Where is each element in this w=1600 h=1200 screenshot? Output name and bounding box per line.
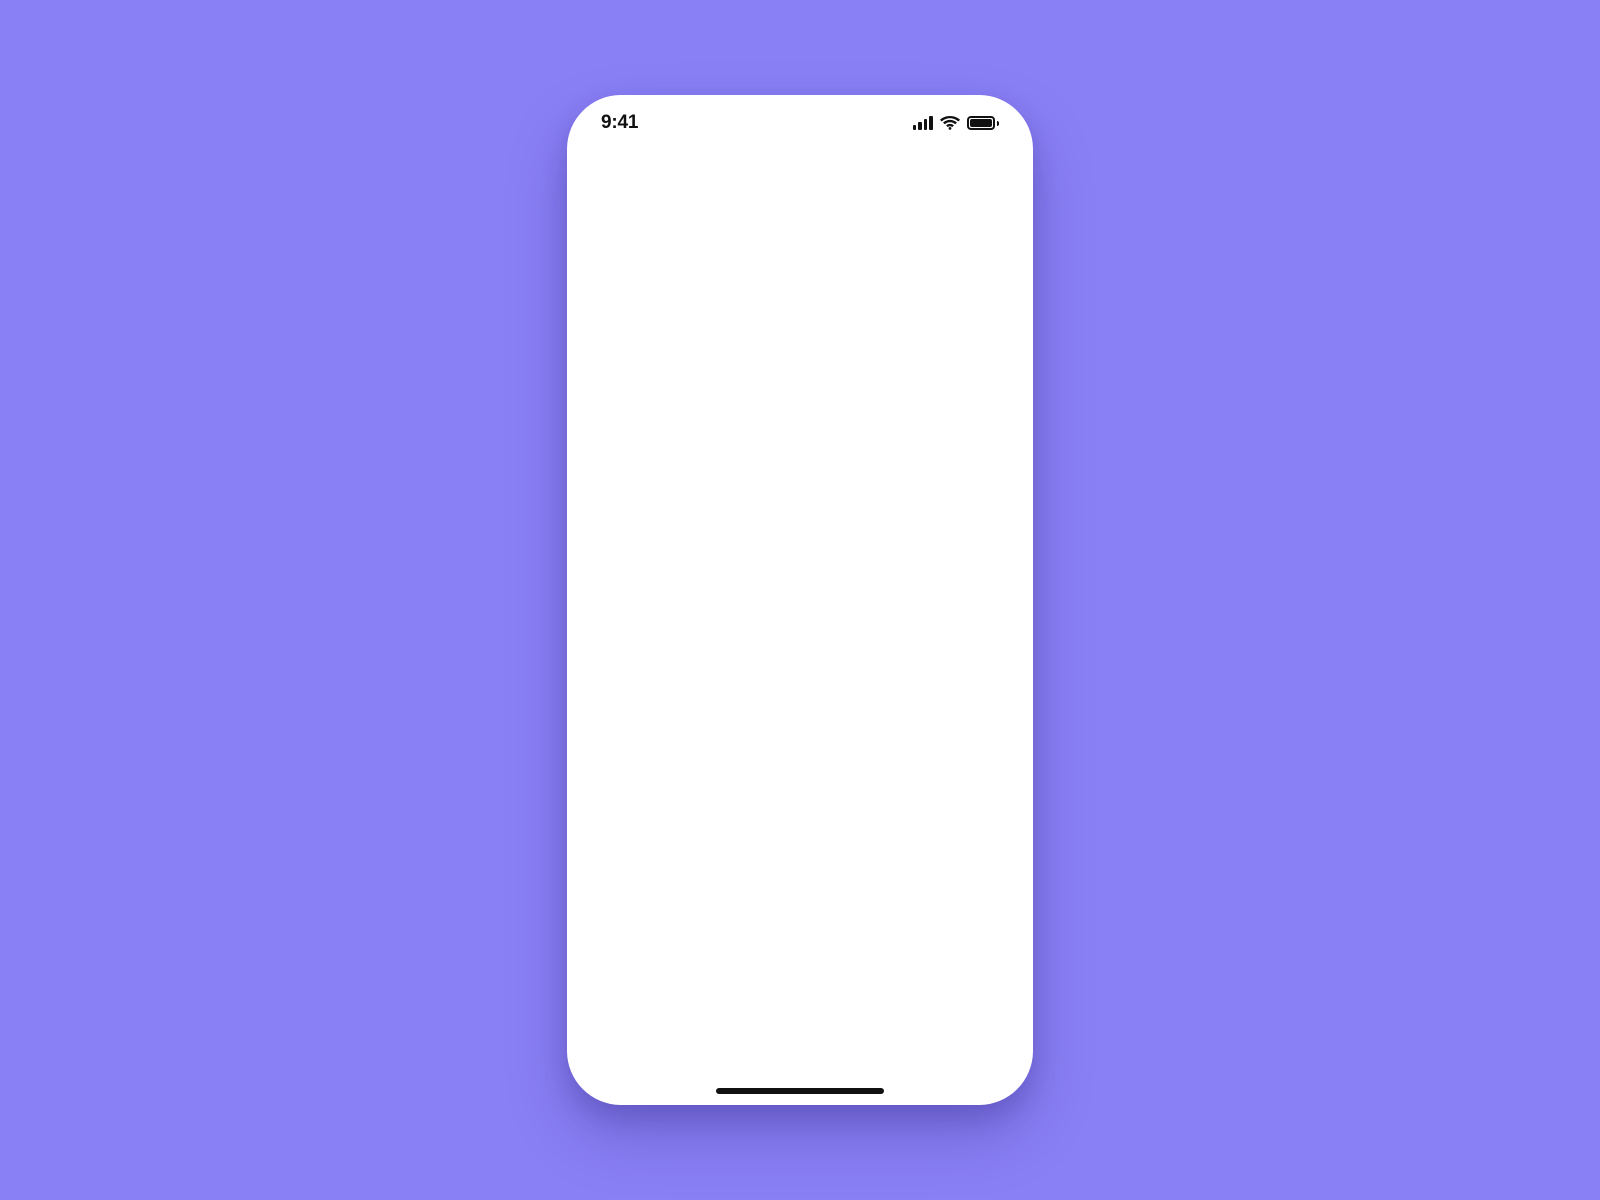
wifi-icon <box>940 116 960 130</box>
home-indicator[interactable] <box>716 1088 884 1094</box>
cellular-signal-icon <box>913 116 933 130</box>
status-bar: 9:41 <box>567 95 1033 151</box>
battery-icon <box>967 116 1000 130</box>
status-icons <box>913 116 1000 130</box>
phone-frame: 9:41 <box>567 95 1033 1105</box>
status-time: 9:41 <box>601 112 638 134</box>
